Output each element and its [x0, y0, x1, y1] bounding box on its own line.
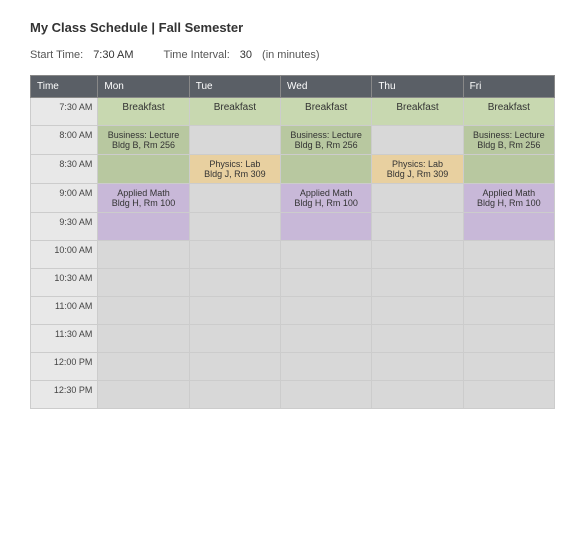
schedule-cell: Applied Math Bldg H, Rm 100: [281, 184, 372, 213]
table-row: 9:00 AMApplied Math Bldg H, Rm 100Applie…: [31, 184, 555, 213]
schedule-cell: [463, 269, 554, 297]
schedule-cell: Breakfast: [189, 98, 280, 126]
start-time-label: Start Time:: [30, 49, 83, 61]
table-row: 12:30 PM: [31, 381, 555, 409]
schedule-cell: [189, 269, 280, 297]
schedule-cell: [281, 241, 372, 269]
schedule-cell: [189, 184, 280, 213]
table-row: 9:30 AM: [31, 213, 555, 241]
schedule-cell: [372, 269, 463, 297]
schedule-cell: [463, 155, 554, 184]
time-cell: 7:30 AM: [31, 98, 98, 126]
time-cell: 12:00 PM: [31, 353, 98, 381]
schedule-cell: [281, 269, 372, 297]
header-thu: Thu: [372, 76, 463, 98]
schedule-cell: [98, 297, 189, 325]
time-cell: 10:00 AM: [31, 241, 98, 269]
time-cell: 8:30 AM: [31, 155, 98, 184]
schedule-cell: [372, 325, 463, 353]
interval-unit: (in minutes): [262, 49, 319, 61]
time-cell: 9:00 AM: [31, 184, 98, 213]
schedule-cell: [98, 155, 189, 184]
schedule-cell: Applied Math Bldg H, Rm 100: [98, 184, 189, 213]
schedule-cell: [98, 213, 189, 241]
table-row: 7:30 AMBreakfastBreakfastBreakfastBreakf…: [31, 98, 555, 126]
schedule-cell: [189, 353, 280, 381]
start-time-value: 7:30 AM: [93, 49, 133, 61]
table-row: 10:30 AM: [31, 269, 555, 297]
schedule-table: Time Mon Tue Wed Thu Fri 7:30 AMBreakfas…: [30, 75, 555, 409]
table-row: 8:30 AM Physics: Lab Bldg J, Rm 309 Physic…: [31, 155, 555, 184]
table-row: 8:00 AMBusiness: Lecture Bldg B, Rm 256B…: [31, 126, 555, 155]
schedule-cell: [372, 126, 463, 155]
meta-row: Start Time: 7:30 AM Time Interval: 30 (i…: [30, 49, 555, 61]
schedule-cell: Business: Lecture Bldg B, Rm 256: [463, 126, 554, 155]
header-wed: Wed: [281, 76, 372, 98]
table-row: 12:00 PM: [31, 353, 555, 381]
time-cell: 11:30 AM: [31, 325, 98, 353]
time-cell: 10:30 AM: [31, 269, 98, 297]
schedule-cell: [98, 325, 189, 353]
schedule-cell: [189, 297, 280, 325]
schedule-cell: [281, 155, 372, 184]
header-tue: Tue: [189, 76, 280, 98]
schedule-cell: [281, 353, 372, 381]
schedule-cell: [189, 241, 280, 269]
header-fri: Fri: [463, 76, 554, 98]
header-mon: Mon: [98, 76, 189, 98]
schedule-cell: Breakfast: [463, 98, 554, 126]
schedule-cell: [189, 325, 280, 353]
schedule-cell: [463, 241, 554, 269]
schedule-cell: Breakfast: [372, 98, 463, 126]
schedule-cell: [463, 297, 554, 325]
table-row: 10:00 AM: [31, 241, 555, 269]
schedule-cell: [281, 213, 372, 241]
time-cell: 11:00 AM: [31, 297, 98, 325]
schedule-cell: [463, 213, 554, 241]
schedule-cell: [281, 297, 372, 325]
schedule-cell: [189, 213, 280, 241]
schedule-cell: [98, 381, 189, 409]
schedule-cell: Physics: Lab Bldg J, Rm 309: [189, 155, 280, 184]
schedule-cell: [463, 381, 554, 409]
time-cell: 9:30 AM: [31, 213, 98, 241]
schedule-cell: Physics: Lab Bldg J, Rm 309: [372, 155, 463, 184]
schedule-cell: [281, 325, 372, 353]
schedule-cell: [189, 381, 280, 409]
time-cell: 8:00 AM: [31, 126, 98, 155]
interval-label: Time Interval:: [164, 49, 230, 61]
header-row: Time Mon Tue Wed Thu Fri: [31, 76, 555, 98]
schedule-cell: Breakfast: [98, 98, 189, 126]
schedule-cell: [372, 184, 463, 213]
schedule-cell: [372, 381, 463, 409]
schedule-cell: Breakfast: [281, 98, 372, 126]
schedule-cell: [98, 353, 189, 381]
schedule-cell: Business: Lecture Bldg B, Rm 256: [281, 126, 372, 155]
schedule-cell: [98, 269, 189, 297]
page-title: My Class Schedule | Fall Semester: [30, 20, 555, 35]
schedule-cell: [372, 297, 463, 325]
schedule-cell: Applied Math Bldg H, Rm 100: [463, 184, 554, 213]
table-row: 11:30 AM: [31, 325, 555, 353]
schedule-cell: [189, 126, 280, 155]
schedule-cell: [281, 381, 372, 409]
schedule-cell: [372, 241, 463, 269]
schedule-cell: [463, 325, 554, 353]
time-cell: 12:30 PM: [31, 381, 98, 409]
interval-value: 30: [240, 49, 252, 61]
schedule-cell: [98, 241, 189, 269]
table-row: 11:00 AM: [31, 297, 555, 325]
schedule-cell: [372, 353, 463, 381]
schedule-cell: Business: Lecture Bldg B, Rm 256: [98, 126, 189, 155]
schedule-cell: [372, 213, 463, 241]
header-time: Time: [31, 76, 98, 98]
schedule-cell: [463, 353, 554, 381]
